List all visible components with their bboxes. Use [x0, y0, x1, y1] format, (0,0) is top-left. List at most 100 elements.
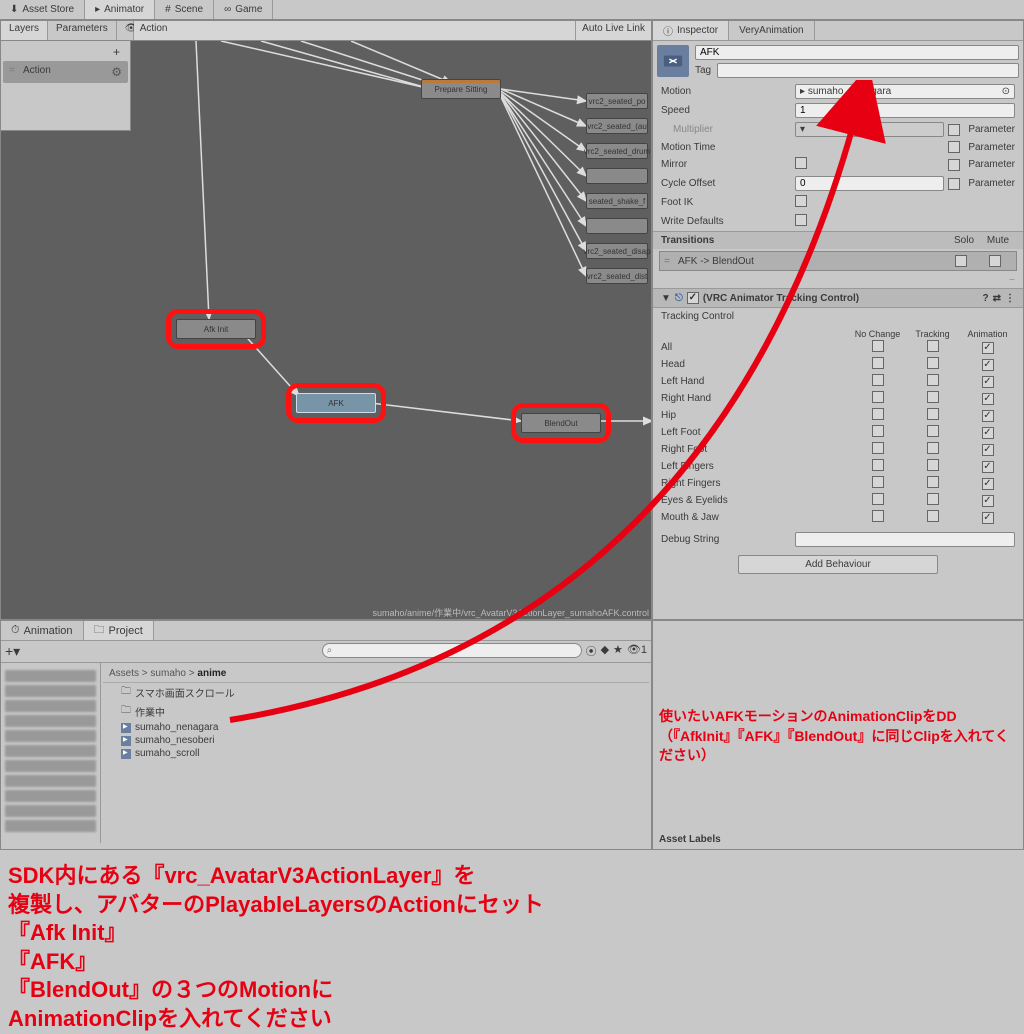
- mute-chk[interactable]: [989, 255, 1001, 267]
- tracking-chk[interactable]: [927, 357, 939, 369]
- tree-item[interactable]: [5, 820, 96, 832]
- nochange-chk[interactable]: [872, 357, 884, 369]
- multiplier-param-chk[interactable]: [948, 124, 960, 136]
- speed-field[interactable]: [795, 103, 1015, 118]
- nochange-chk[interactable]: [872, 493, 884, 505]
- mirror-param-chk[interactable]: [948, 159, 960, 171]
- gear-icon[interactable]: ⚙: [111, 65, 122, 79]
- nochange-chk[interactable]: [872, 408, 884, 420]
- tracking-chk[interactable]: [927, 442, 939, 454]
- tree-item[interactable]: [5, 760, 96, 772]
- asset-folder[interactable]: 🗀作業中: [103, 702, 649, 721]
- tab-animation[interactable]: ⏱Animation: [1, 621, 84, 640]
- tree-item[interactable]: [5, 685, 96, 697]
- transition-item[interactable]: AFK -> BlendOut: [659, 251, 1017, 271]
- tab-animator[interactable]: ▸Animator: [85, 0, 155, 19]
- node-blendout[interactable]: BlendOut: [521, 413, 601, 433]
- node-seated-shake[interactable]: seated_shake_f: [586, 193, 648, 209]
- solo-chk[interactable]: [955, 255, 967, 267]
- create-button[interactable]: +▾: [5, 643, 20, 660]
- project-tree[interactable]: [1, 663, 101, 843]
- tracking-chk[interactable]: [927, 459, 939, 471]
- motiontime-param-chk[interactable]: [948, 141, 960, 153]
- tree-item[interactable]: [5, 790, 96, 802]
- asset-clip[interactable]: sumaho_nesoberi: [103, 734, 649, 747]
- tracking-chk[interactable]: [927, 425, 939, 437]
- node-seated-disap[interactable]: vrc2_seated_disap: [586, 243, 648, 259]
- asset-clip[interactable]: sumaho_scroll: [103, 747, 649, 760]
- layers-tab[interactable]: Layers: [1, 21, 48, 40]
- breadcrumb[interactable]: Assets > sumaho > anime: [103, 665, 649, 683]
- tab-inspector[interactable]: ⓘInspector: [653, 21, 729, 40]
- animation-chk[interactable]: [982, 410, 994, 422]
- tree-item[interactable]: [5, 670, 96, 682]
- tree-item[interactable]: [5, 700, 96, 712]
- debugstring-field[interactable]: [795, 532, 1015, 547]
- nochange-chk[interactable]: [872, 425, 884, 437]
- tree-item[interactable]: [5, 775, 96, 787]
- node-seated-f[interactable]: [586, 168, 648, 184]
- state-name-field[interactable]: [695, 45, 1019, 60]
- animation-chk[interactable]: [982, 376, 994, 388]
- layer-action[interactable]: Action ⚙: [3, 61, 128, 83]
- motion-field[interactable]: ▸ sumaho_nenagara⊙: [795, 84, 1015, 99]
- tab-project[interactable]: 🗀Project: [84, 621, 154, 640]
- tab-scene[interactable]: #Scene: [155, 0, 214, 19]
- tab-veryanimation[interactable]: VeryAnimation: [729, 21, 814, 40]
- layer-dropdown[interactable]: Action: [134, 21, 575, 40]
- help-icon[interactable]: ?: [983, 293, 989, 304]
- tracking-component-header[interactable]: ▼ ⎋ (VRC Animator Tracking Control)? ⇄ ⋮: [653, 288, 1023, 308]
- node-afk[interactable]: AFK: [296, 393, 376, 413]
- writedefaults-chk[interactable]: [795, 214, 807, 226]
- filter-icon[interactable]: ⦿: [586, 643, 597, 660]
- node-seated-po[interactable]: vrc2_seated_po: [586, 93, 648, 109]
- add-layer-button[interactable]: +: [1, 41, 130, 59]
- nochange-chk[interactable]: [872, 476, 884, 488]
- nochange-chk[interactable]: [872, 459, 884, 471]
- project-search[interactable]: [322, 643, 582, 658]
- tracking-chk[interactable]: [927, 391, 939, 403]
- tree-item[interactable]: [5, 805, 96, 817]
- animation-chk[interactable]: [982, 478, 994, 490]
- tracking-chk[interactable]: [927, 408, 939, 420]
- parameters-tab[interactable]: Parameters: [48, 21, 117, 40]
- node-prepare-sitting[interactable]: Prepare Sitting: [421, 79, 501, 99]
- node-seated-au[interactable]: vrc2_seated_(au: [586, 118, 648, 134]
- tracking-chk[interactable]: [927, 476, 939, 488]
- preset-icon[interactable]: ⇄: [993, 293, 1001, 304]
- drag-handle-icon[interactable]: [664, 256, 674, 267]
- tab-asset-store[interactable]: ⬇Asset Store: [0, 0, 85, 19]
- cycleoffset-field[interactable]: [795, 176, 944, 191]
- nochange-chk[interactable]: [872, 391, 884, 403]
- tree-item[interactable]: [5, 730, 96, 742]
- cycleoffset-param-chk[interactable]: [948, 178, 960, 190]
- crumb[interactable]: Assets: [109, 668, 139, 679]
- animation-chk[interactable]: [982, 427, 994, 439]
- menu-icon[interactable]: ⋮: [1005, 293, 1015, 304]
- tag-field[interactable]: [717, 63, 1019, 78]
- animation-chk[interactable]: [982, 393, 994, 405]
- hidden-icon[interactable]: 👁1: [627, 643, 647, 660]
- crumb[interactable]: sumaho: [150, 668, 186, 679]
- tree-item[interactable]: [5, 745, 96, 757]
- nochange-chk[interactable]: [872, 442, 884, 454]
- footik-chk[interactable]: [795, 195, 807, 207]
- node-seated-dist[interactable]: vrc2_seated_dist: [586, 268, 648, 284]
- component-enabled-chk[interactable]: [687, 292, 699, 304]
- node-afk-init[interactable]: Afk Init: [176, 319, 256, 339]
- animation-chk[interactable]: [982, 461, 994, 473]
- tracking-chk[interactable]: [927, 510, 939, 522]
- asset-folder[interactable]: 🗀スマホ画面スクロール: [103, 683, 649, 702]
- add-behaviour-button[interactable]: Add Behaviour: [738, 555, 938, 574]
- node-seated-drum[interactable]: vrc2_seated_drum: [586, 143, 648, 159]
- animation-chk[interactable]: [982, 359, 994, 371]
- tracking-chk[interactable]: [927, 340, 939, 352]
- auto-live-link-button[interactable]: Auto Live Link: [575, 21, 651, 40]
- crumb[interactable]: anime: [197, 668, 226, 679]
- type-filter-icon[interactable]: ◆: [601, 643, 609, 660]
- drag-handle-icon[interactable]: [9, 65, 19, 79]
- tracking-chk[interactable]: [927, 493, 939, 505]
- label-filter-icon[interactable]: ★: [613, 643, 623, 660]
- animation-chk[interactable]: [982, 495, 994, 507]
- nochange-chk[interactable]: [872, 510, 884, 522]
